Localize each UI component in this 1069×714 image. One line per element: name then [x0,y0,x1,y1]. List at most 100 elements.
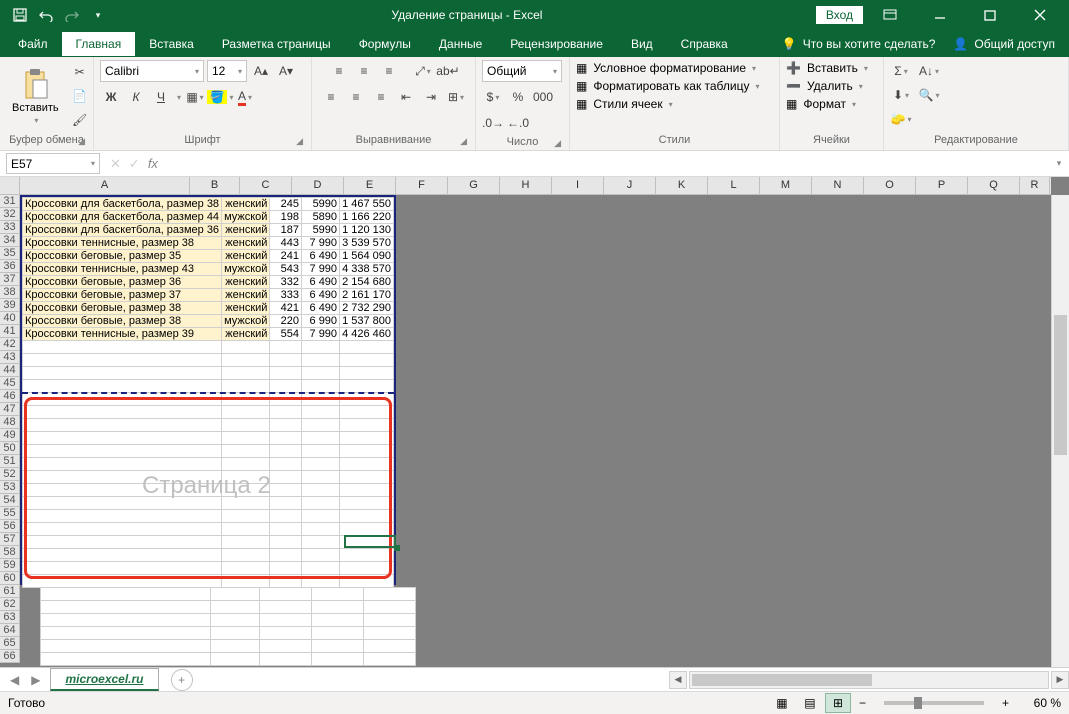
tab-layout[interactable]: Разметка страницы [208,32,345,56]
comma-icon[interactable]: 000 [532,86,554,108]
align-right-icon[interactable]: ≡ [370,86,392,108]
table-row[interactable]: Кроссовки для баскетбола, размер 36женск… [23,224,394,237]
find-icon[interactable]: 🔍▾ [915,84,943,106]
row-header[interactable]: 57 [0,533,19,546]
row-header[interactable]: 31 [0,195,19,208]
table-row[interactable]: Кроссовки теннисные, размер 38женский443… [23,237,394,250]
row-header[interactable]: 44 [0,364,19,377]
row-header[interactable]: 49 [0,429,19,442]
currency-icon[interactable]: $▾ [482,86,504,108]
table-row[interactable]: Кроссовки для баскетбола, размер 38женск… [23,198,394,211]
row-header[interactable]: 54 [0,494,19,507]
hscroll-left-icon[interactable]: ◀ [669,671,687,689]
tab-formulas[interactable]: Формулы [345,32,425,56]
row-header[interactable]: 46 [0,390,19,403]
col-header[interactable]: E [344,177,396,194]
col-header[interactable]: G [448,177,500,194]
maximize-button[interactable] [967,0,1013,30]
name-box[interactable]: E57▾ [6,153,100,174]
tab-home[interactable]: Главная [62,32,136,56]
tab-view[interactable]: Вид [617,32,667,56]
tab-insert[interactable]: Вставка [135,32,208,56]
table-row[interactable]: Кроссовки беговые, размер 35женский2416 … [23,250,394,263]
insert-cells-button[interactable]: ➕Вставить▾ [786,60,868,76]
row-header[interactable]: 66 [0,650,19,663]
row-header[interactable]: 41 [0,325,19,338]
row-header[interactable]: 60 [0,572,19,585]
active-cell[interactable] [344,535,396,548]
autosum-icon[interactable]: Σ▾ [890,60,912,82]
row-header[interactable]: 39 [0,299,19,312]
row-header[interactable]: 32 [0,208,19,221]
row-header[interactable]: 53 [0,481,19,494]
table-row[interactable] [23,380,394,393]
add-sheet-button[interactable]: + [171,669,193,691]
close-button[interactable] [1017,0,1063,30]
minimize-button[interactable] [917,0,963,30]
expand-formula-icon[interactable]: ▾ [1049,158,1069,169]
row-header[interactable]: 40 [0,312,19,325]
table-row[interactable] [23,354,394,367]
prev-sheet-icon[interactable]: ◀ [10,673,19,687]
col-header[interactable]: H [500,177,552,194]
row-header[interactable]: 36 [0,260,19,273]
cut-icon[interactable]: ✂ [69,61,91,83]
zoom-level[interactable]: 60 % [1017,696,1061,710]
table-row[interactable]: Кроссовки теннисные, размер 39женский554… [23,328,394,341]
dec-decimal-icon[interactable]: ←.0 [507,112,529,134]
tab-data[interactable]: Данные [425,32,496,56]
row-header[interactable]: 61 [0,585,19,598]
zoom-thumb[interactable] [914,697,922,709]
align-middle-icon[interactable]: ≡ [353,60,375,82]
italic-button[interactable]: К [125,86,147,108]
row-header[interactable]: 47 [0,403,19,416]
font-color-icon[interactable]: A▾ [234,86,256,108]
fill-color-icon[interactable]: 🪣▾ [209,86,231,108]
zoom-in-icon[interactable]: + [996,696,1015,710]
table-row[interactable]: Кроссовки беговые, размер 37женский3336 … [23,289,394,302]
row-header[interactable]: 65 [0,637,19,650]
decrease-font-icon[interactable]: A▾ [275,60,297,82]
table-row[interactable]: Кроссовки для баскетбола, размер 44мужск… [23,211,394,224]
launcher-icon[interactable]: ◢ [460,136,467,147]
col-header[interactable]: B [190,177,240,194]
table-row[interactable] [41,601,416,614]
qat-customize-icon[interactable]: ▾ [86,3,110,27]
indent-inc-icon[interactable]: ⇥ [420,86,442,108]
next-sheet-icon[interactable]: ▶ [31,673,40,687]
align-center-icon[interactable]: ≡ [345,86,367,108]
row-header[interactable]: 62 [0,598,19,611]
cell-styles-button[interactable]: ▦Стили ячеек▾ [576,96,673,112]
col-header[interactable]: L [708,177,760,194]
delete-cells-button[interactable]: ➖Удалить▾ [786,78,863,94]
sort-filter-icon[interactable]: A↓▾ [915,60,943,82]
table-row[interactable] [41,588,416,601]
undo-icon[interactable] [34,3,58,27]
col-header[interactable]: M [760,177,812,194]
inc-decimal-icon[interactable]: .0→ [482,112,504,134]
col-header[interactable]: K [656,177,708,194]
align-left-icon[interactable]: ≡ [320,86,342,108]
fx-icon[interactable]: fx [148,156,158,171]
cond-format-button[interactable]: ▦Условное форматирование▾ [576,60,756,76]
zoom-slider[interactable] [884,701,984,705]
align-bottom-icon[interactable]: ≡ [378,60,400,82]
number-format-combo[interactable]: Общий▾ [482,60,562,82]
copy-icon[interactable]: 📄 [69,85,91,107]
col-header[interactable]: P [916,177,968,194]
horizontal-scrollbar[interactable]: ◀ ▶ [669,671,1069,689]
indent-dec-icon[interactable]: ⇤ [395,86,417,108]
row-header[interactable]: 56 [0,520,19,533]
table-row[interactable]: Кроссовки беговые, размер 38женский4216 … [23,302,394,315]
paste-button[interactable]: Вставить ▾ [6,64,65,129]
col-header[interactable]: C [240,177,292,194]
table-row[interactable]: Кроссовки теннисные, размер 43мужской543… [23,263,394,276]
row-header[interactable]: 52 [0,468,19,481]
table-row[interactable] [23,367,394,380]
underline-button[interactable]: Ч [150,86,172,108]
row-header[interactable]: 45 [0,377,19,390]
table-row[interactable] [41,627,416,640]
table-row[interactable] [41,653,416,666]
row-header[interactable]: 63 [0,611,19,624]
share-button[interactable]: 👤 Общий доступ [953,37,1055,51]
